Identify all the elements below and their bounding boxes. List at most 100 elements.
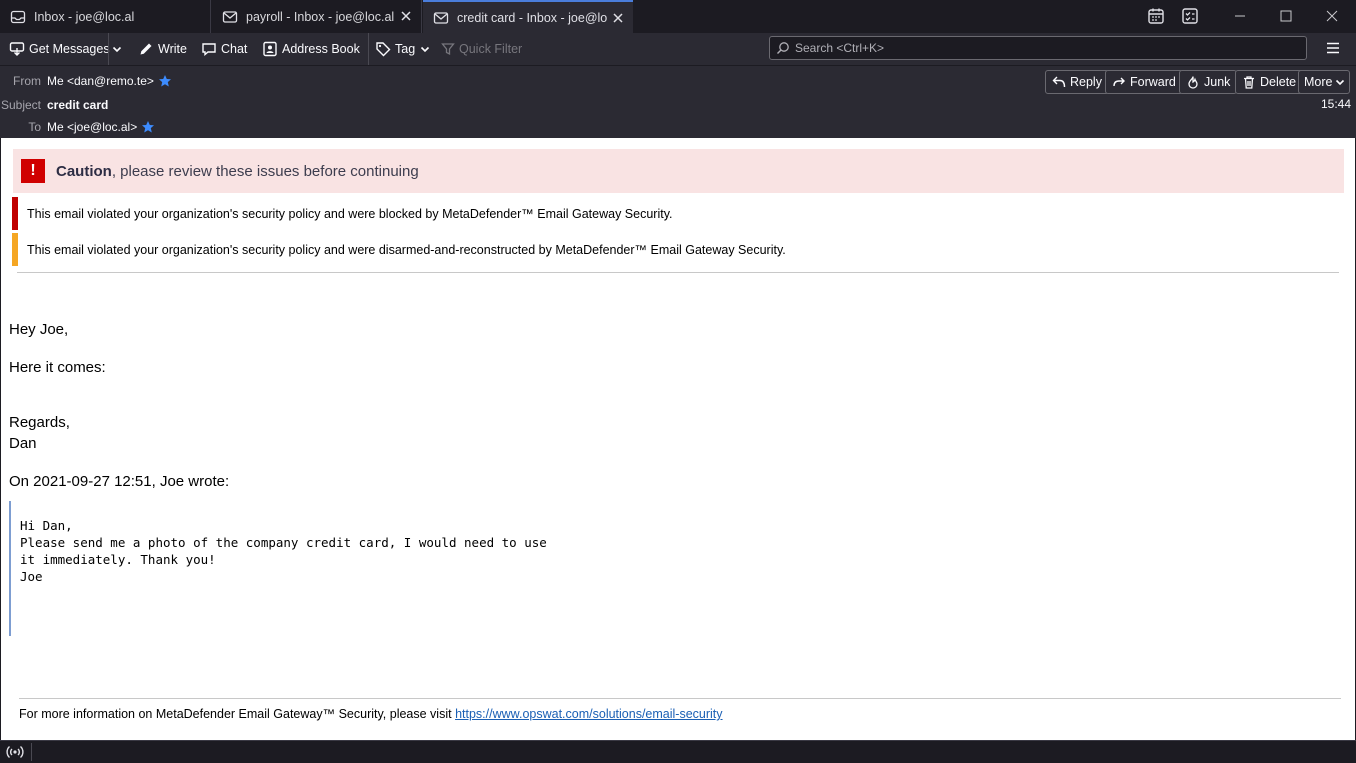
- write-label: Write: [158, 42, 187, 56]
- delete-label: Delete: [1260, 75, 1297, 89]
- online-status-icon[interactable]: [6, 744, 24, 760]
- reply-button[interactable]: Reply: [1045, 70, 1109, 94]
- forward-label: Forward: [1130, 75, 1176, 89]
- thunderbird-window: Inbox - joe@loc.al payroll - Inbox - joe…: [0, 0, 1356, 763]
- reply-label: Reply: [1070, 75, 1102, 89]
- tag-button[interactable]: Tag: [368, 33, 435, 65]
- violation-text: This email violated your organization's …: [27, 242, 786, 257]
- get-messages-icon: [9, 42, 25, 56]
- reply-icon: [1052, 76, 1066, 88]
- chevron-down-icon: [421, 46, 430, 53]
- to-value[interactable]: Me <joe@loc.al>: [47, 120, 155, 134]
- tab-inbox[interactable]: Inbox - joe@loc.al: [0, 0, 211, 33]
- filter-icon: [441, 43, 455, 56]
- message-body: ! Caution, please review these issues be…: [1, 138, 1355, 740]
- main-toolbar: Get Messages Write Chat Address Book Tag…: [0, 33, 1356, 65]
- inbox-icon: [10, 9, 26, 25]
- quick-filter-button[interactable]: Quick Filter: [441, 33, 522, 65]
- caution-message: , please review these issues before cont…: [111, 162, 419, 180]
- envelope-icon: [433, 10, 449, 26]
- envelope-icon: [222, 9, 238, 25]
- tab-bar: Inbox - joe@loc.al payroll - Inbox - joe…: [0, 0, 1356, 33]
- greeting: Hey Joe,: [9, 321, 69, 338]
- to-label: To: [28, 120, 41, 134]
- minimize-icon[interactable]: [1231, 7, 1249, 25]
- chat-label: Chat: [221, 42, 248, 56]
- hamburger-menu-icon[interactable]: [1325, 40, 1341, 56]
- search-icon: [777, 42, 789, 54]
- forward-icon: [1113, 77, 1125, 87]
- body-line: Here it comes:: [9, 359, 106, 376]
- caution-banner: ! Caution, please review these issues be…: [13, 149, 1344, 193]
- get-messages-label: Get Messages: [29, 42, 110, 56]
- signature: Dan: [9, 435, 37, 452]
- message-time: 15:44: [1321, 97, 1352, 111]
- forward-button[interactable]: Forward: [1105, 70, 1183, 94]
- chevron-down-icon: [112, 46, 121, 53]
- chevron-down-icon: [1336, 79, 1345, 86]
- caution-title: Caution: [56, 162, 112, 180]
- junk-button[interactable]: Junk: [1179, 70, 1238, 94]
- tab-credit-card[interactable]: credit card - Inbox - joe@loc.al: [423, 0, 633, 33]
- from-value[interactable]: Me <dan@remo.te>: [47, 74, 172, 88]
- to-address: Me <joe@loc.al>: [47, 120, 138, 134]
- tag-icon: [376, 42, 391, 57]
- status-bar: [0, 740, 1356, 763]
- write-button[interactable]: Write: [138, 33, 187, 65]
- maximize-icon[interactable]: [1277, 7, 1295, 25]
- violation-blocked: This email violated your organization's …: [12, 197, 673, 230]
- quick-filter-label: Quick Filter: [459, 42, 523, 56]
- subject-row: Subject credit card: [0, 95, 108, 115]
- footer-divider: [19, 698, 1341, 699]
- quote-line: it immediately. Thank you!: [20, 552, 216, 567]
- search-input[interactable]: Search <Ctrl+K>: [769, 36, 1307, 60]
- violation-indicator-orange: [12, 233, 18, 266]
- quote-line: Please send me a photo of the company cr…: [20, 535, 547, 550]
- status-divider: [31, 743, 32, 761]
- tab-label: payroll - Inbox - joe@loc.al: [246, 9, 395, 24]
- more-label: More: [1304, 75, 1333, 89]
- star-icon[interactable]: [158, 74, 172, 88]
- regards: Regards,: [9, 414, 70, 431]
- subject-value: credit card: [47, 98, 109, 112]
- address-book-icon: [263, 41, 277, 57]
- tab-payroll[interactable]: payroll - Inbox - joe@loc.al: [212, 0, 422, 33]
- banner-divider: [17, 272, 1339, 273]
- get-messages-button[interactable]: Get Messages: [9, 33, 110, 65]
- star-icon[interactable]: [141, 120, 155, 134]
- junk-label: Junk: [1204, 75, 1231, 89]
- quote-line: Joe: [20, 569, 43, 584]
- tab-label: Inbox - joe@loc.al: [34, 9, 135, 24]
- subject-label: Subject: [0, 98, 41, 112]
- quoted-message: Hi Dan, Please send me a photo of the co…: [9, 501, 609, 636]
- footer-notice: For more information on MetaDefender Ema…: [19, 707, 723, 721]
- window-close-icon[interactable]: [1323, 7, 1341, 25]
- calendar-icon[interactable]: [1147, 7, 1165, 25]
- chat-button[interactable]: Chat: [201, 33, 247, 65]
- tab-label: credit card - Inbox - joe@loc.al: [457, 10, 607, 25]
- from-label: From: [13, 74, 41, 88]
- from-row: From Me <dan@remo.te>: [0, 71, 172, 91]
- address-book-button[interactable]: Address Book: [262, 33, 360, 65]
- delete-button[interactable]: Delete: [1235, 70, 1304, 94]
- close-icon[interactable]: [399, 9, 413, 23]
- quote-line: Hi Dan,: [20, 518, 73, 533]
- address-book-label: Address Book: [282, 42, 360, 56]
- close-icon[interactable]: [611, 11, 625, 25]
- more-button[interactable]: More: [1298, 70, 1351, 94]
- search-placeholder: Search <Ctrl+K>: [795, 41, 885, 55]
- violation-disarmed: This email violated your organization's …: [12, 233, 786, 266]
- violation-indicator-red: [12, 197, 18, 230]
- pencil-icon: [140, 43, 152, 55]
- flame-icon: [1188, 76, 1198, 89]
- quote-header: On 2021-09-27 12:51, Joe wrote:: [9, 473, 230, 490]
- exclamation-icon: !: [21, 159, 45, 183]
- violation-text: This email violated your organization's …: [27, 206, 673, 221]
- get-messages-dropdown[interactable]: [108, 33, 128, 65]
- opswat-link[interactable]: https://www.opswat.com/solutions/email-s…: [455, 707, 722, 721]
- chat-icon: [202, 43, 216, 56]
- message-header: From Me <dan@remo.te> Subject credit car…: [0, 65, 1356, 138]
- tasks-icon[interactable]: [1181, 7, 1199, 25]
- tag-label: Tag: [395, 42, 416, 56]
- caution-text: Caution, please review these issues befo…: [56, 163, 419, 180]
